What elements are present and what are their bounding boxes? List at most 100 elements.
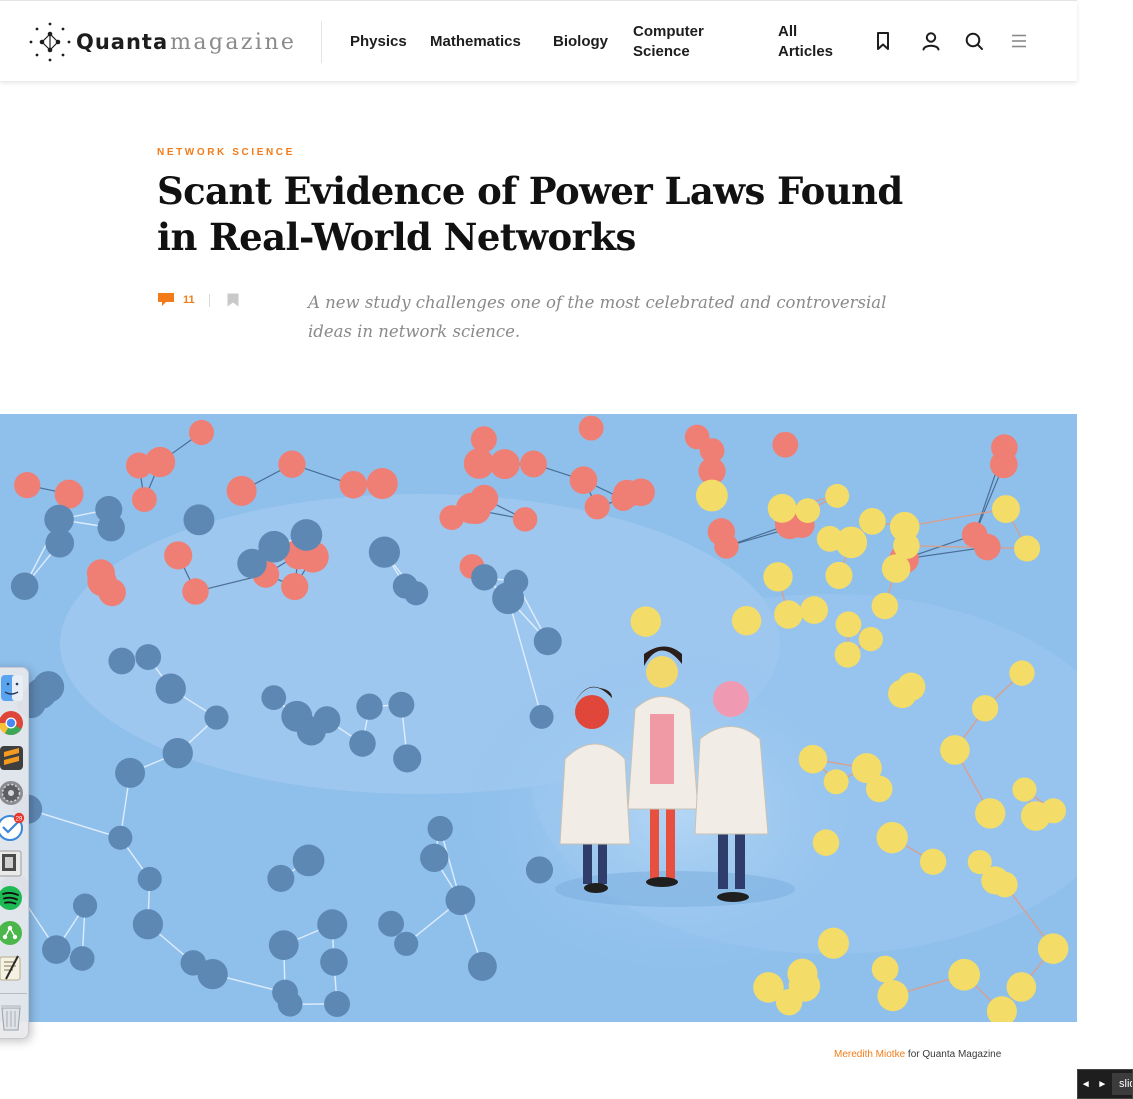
network-node-blue	[393, 744, 422, 773]
comment-icon[interactable]	[157, 292, 175, 308]
caption-credit-link[interactable]: Meredith Miotke	[834, 1049, 905, 1060]
nav-biology[interactable]: Biology	[553, 32, 608, 52]
network-node-yellow	[971, 695, 999, 722]
slideshow-label[interactable]: slides	[1112, 1073, 1132, 1095]
network-node-blue	[471, 564, 498, 591]
network-node-red	[961, 522, 988, 548]
network-node-red	[578, 415, 604, 441]
nav-physics[interactable]: Physics	[350, 32, 407, 52]
network-node-blue	[180, 950, 206, 976]
network-node-yellow	[795, 498, 821, 523]
logo-network-icon	[29, 22, 71, 62]
network-node-yellow	[1014, 535, 1041, 562]
network-node-red	[584, 494, 610, 520]
network-node-blue	[356, 693, 383, 720]
site-logo[interactable]: Quanta magazine	[28, 21, 296, 63]
network-node-yellow	[1012, 777, 1037, 802]
network-node-blue	[404, 581, 429, 606]
network-node-blue	[69, 946, 95, 971]
nav-all-articles[interactable]: All Articles	[778, 22, 868, 62]
network-node-blue	[277, 991, 303, 1017]
network-node-blue	[525, 856, 554, 884]
network-node-blue	[427, 815, 453, 842]
network-node-red	[470, 426, 497, 453]
network-node-blue	[132, 909, 164, 940]
network-node-red	[489, 449, 520, 480]
sublime-text-icon[interactable]	[0, 743, 25, 773]
meta-divider	[208, 293, 210, 307]
network-node-red	[611, 486, 636, 511]
network-node-yellow	[871, 955, 899, 983]
network-node-blue	[324, 990, 351, 1017]
airmail-icon[interactable]: 29	[0, 812, 25, 842]
network-node-yellow	[812, 829, 840, 856]
network-node-yellow	[919, 848, 947, 875]
network-node-blue	[135, 644, 162, 670]
network-node-blue	[261, 685, 287, 710]
finder-icon[interactable]	[0, 673, 25, 703]
network-node-yellow	[731, 606, 762, 636]
caption-publication: for Quanta Magazine	[905, 1049, 1002, 1060]
network-node-blue	[258, 530, 290, 563]
spotify-icon[interactable]	[0, 883, 25, 913]
network-node-blue	[292, 844, 325, 877]
network-node-blue	[267, 864, 295, 892]
header-divider	[321, 21, 322, 63]
preview-icon[interactable]	[0, 848, 25, 878]
network-node-blue	[349, 730, 376, 757]
airmail-badge: 29	[16, 816, 23, 822]
network-node-blue	[115, 757, 146, 788]
site-header: Quanta magazine Physics Mathematics Biol…	[0, 0, 1077, 81]
nav-all-articles-line-1: All	[778, 23, 798, 40]
network-node-blue	[95, 495, 123, 523]
network-node-blue	[45, 528, 75, 558]
network-node-yellow	[1040, 798, 1067, 824]
network-node-blue	[72, 893, 98, 918]
network-node-blue	[378, 910, 405, 937]
network-node-red	[714, 534, 739, 559]
trash-icon[interactable]	[0, 1002, 25, 1032]
network-node-blue	[388, 691, 415, 718]
network-node-yellow	[774, 600, 803, 629]
network-node-yellow	[763, 562, 793, 592]
article-kicker[interactable]: NETWORK SCIENCE	[157, 147, 295, 158]
nav-computer-science[interactable]: Computer Science	[633, 22, 723, 62]
network-node-yellow	[881, 554, 911, 583]
network-node-red	[520, 450, 547, 478]
network-node-red	[54, 479, 84, 509]
chrome-icon[interactable]	[0, 708, 25, 738]
bookmark-icon[interactable]	[872, 30, 894, 52]
system-preferences-icon[interactable]	[0, 778, 25, 808]
network-node-blue	[368, 536, 401, 568]
menu-icon[interactable]	[1008, 30, 1030, 52]
network-node-yellow	[1006, 972, 1037, 1002]
network-node-red	[131, 487, 157, 512]
script-editor-icon[interactable]	[0, 953, 25, 983]
network-node-yellow	[825, 561, 853, 589]
nav-mathematics[interactable]: Mathematics	[430, 32, 521, 52]
comment-count[interactable]: 11	[183, 294, 195, 306]
search-icon[interactable]	[963, 30, 985, 52]
hero-caption: Meredith Miotke for Quanta Magazine	[834, 1049, 1001, 1060]
network-node-yellow	[800, 596, 829, 624]
network-node-red	[144, 446, 176, 478]
network-node-yellow	[948, 958, 981, 991]
network-node-red	[512, 507, 538, 532]
sourcetree-icon[interactable]	[0, 918, 25, 948]
network-node-yellow	[858, 626, 883, 652]
network-node-blue	[467, 951, 497, 981]
page: Quanta magazine Physics Mathematics Biol…	[0, 0, 1133, 1099]
network-node-yellow	[823, 769, 849, 795]
network-node-blue	[108, 825, 133, 850]
slideshow-prev-next-arrows[interactable]: ◄ ►	[1078, 1070, 1112, 1098]
network-node-red	[164, 541, 193, 570]
network-node-yellow	[896, 672, 926, 701]
network-node-blue	[10, 572, 39, 600]
user-icon[interactable]	[920, 30, 942, 52]
network-node-red	[281, 573, 309, 601]
save-article-bookmark-icon[interactable]	[227, 293, 239, 307]
network-node-red	[772, 431, 799, 458]
network-node-red	[470, 484, 499, 513]
network-node-yellow	[940, 735, 970, 765]
network-node-yellow	[835, 526, 868, 559]
